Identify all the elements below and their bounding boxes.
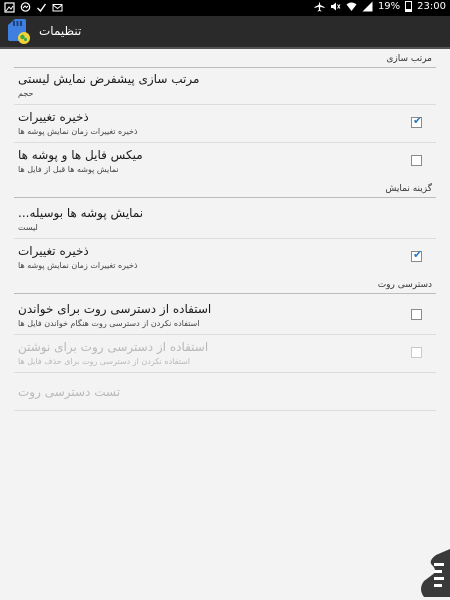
pref-summary: ذخیره تغییرات زمان نمایش پوشه ها (18, 261, 138, 270)
save-changes-display-checkbox[interactable] (411, 248, 422, 262)
pref-mix-files-folders[interactable]: میکس فایل ها و پوشه ها نمایش پوشه ها قبل… (14, 143, 436, 181)
airplane-mode-icon (314, 1, 325, 12)
signal-icon (362, 1, 373, 12)
action-bar: تنظیمات (0, 16, 450, 49)
pref-summary: نمایش پوشه ها قبل از فایل ها (18, 165, 119, 174)
pref-title: ذخیره تغییرات (18, 110, 89, 124)
category-label: گزینه نمایش (385, 184, 432, 194)
pref-title: ذخیره تغییرات (18, 244, 89, 258)
root-write-checkbox (411, 347, 422, 358)
check-notification-icon (37, 3, 47, 13)
pref-summary: لیست (18, 223, 38, 232)
wifi-icon (346, 2, 357, 11)
category-sorting: مرتب سازی (0, 51, 450, 68)
pref-root-test: تست دسترسی روت (14, 373, 436, 411)
pref-summary: استفاده نکردن از دسترسی روت برای حذف فای… (18, 357, 190, 366)
mail-notification-icon (52, 4, 63, 12)
notification-icons (4, 2, 63, 13)
pref-root-write: استفاده از دسترسی روت برای نوشتن استفاده… (14, 335, 436, 373)
divider (14, 197, 436, 198)
status-bar: 19% 23:00 (0, 0, 450, 16)
pref-title: استفاده از دسترسی روت برای خواندن (18, 302, 212, 316)
sd-card-app-icon[interactable] (5, 18, 33, 46)
pref-title: نمایش پوشه ها بوسیله... (18, 206, 144, 220)
divider (14, 293, 436, 294)
pref-summary: حجم (18, 89, 34, 98)
pref-save-changes-sort[interactable]: ذخیره تغییرات ذخیره تغییرات زمان نمایش پ… (14, 105, 436, 143)
mute-icon (330, 2, 341, 11)
brand-logo-icon (421, 549, 450, 597)
battery-icon (405, 1, 413, 12)
category-display-options: گزینه نمایش (0, 181, 450, 198)
pref-default-sort[interactable]: مرتب سازی پیشفرض نمایش لیستی حجم (14, 67, 436, 105)
mix-files-checkbox[interactable] (411, 155, 422, 166)
pref-title: مرتب سازی پیشفرض نمایش لیستی (18, 72, 200, 86)
category-label: دسترسی روت (377, 280, 432, 290)
pref-save-changes-display[interactable]: ذخیره تغییرات ذخیره تغییرات زمان نمایش پ… (14, 239, 436, 277)
root-read-checkbox[interactable] (411, 309, 422, 320)
category-label: مرتب سازی (386, 54, 432, 64)
page-title: تنظیمات (39, 24, 82, 38)
pref-show-folders-by[interactable]: نمایش پوشه ها بوسیله... لیست (14, 201, 436, 239)
save-changes-checkbox[interactable] (411, 114, 422, 128)
messenger-notification-icon (20, 2, 31, 12)
battery-percent: 19% (377, 1, 401, 12)
system-status: 19% 23:00 (314, 1, 446, 12)
pref-title: استفاده از دسترسی روت برای نوشتن (18, 340, 209, 354)
pref-summary: استفاده نکردن از دسترسی روت هنگام خواندن… (18, 319, 200, 328)
pref-summary: ذخیره تغییرات زمان نمایش پوشه ها (18, 127, 138, 136)
clock: 23:00 (417, 1, 446, 12)
category-root-access: دسترسی روت (0, 277, 450, 294)
pref-title: میکس فایل ها و پوشه ها (18, 148, 143, 162)
image-notification-icon (4, 2, 15, 13)
pref-root-read[interactable]: استفاده از دسترسی روت برای خواندن استفاد… (14, 297, 436, 335)
settings-list[interactable]: مرتب سازی مرتب سازی پیشفرض نمایش لیستی ح… (0, 51, 450, 600)
pref-title: تست دسترسی روت (18, 385, 121, 399)
